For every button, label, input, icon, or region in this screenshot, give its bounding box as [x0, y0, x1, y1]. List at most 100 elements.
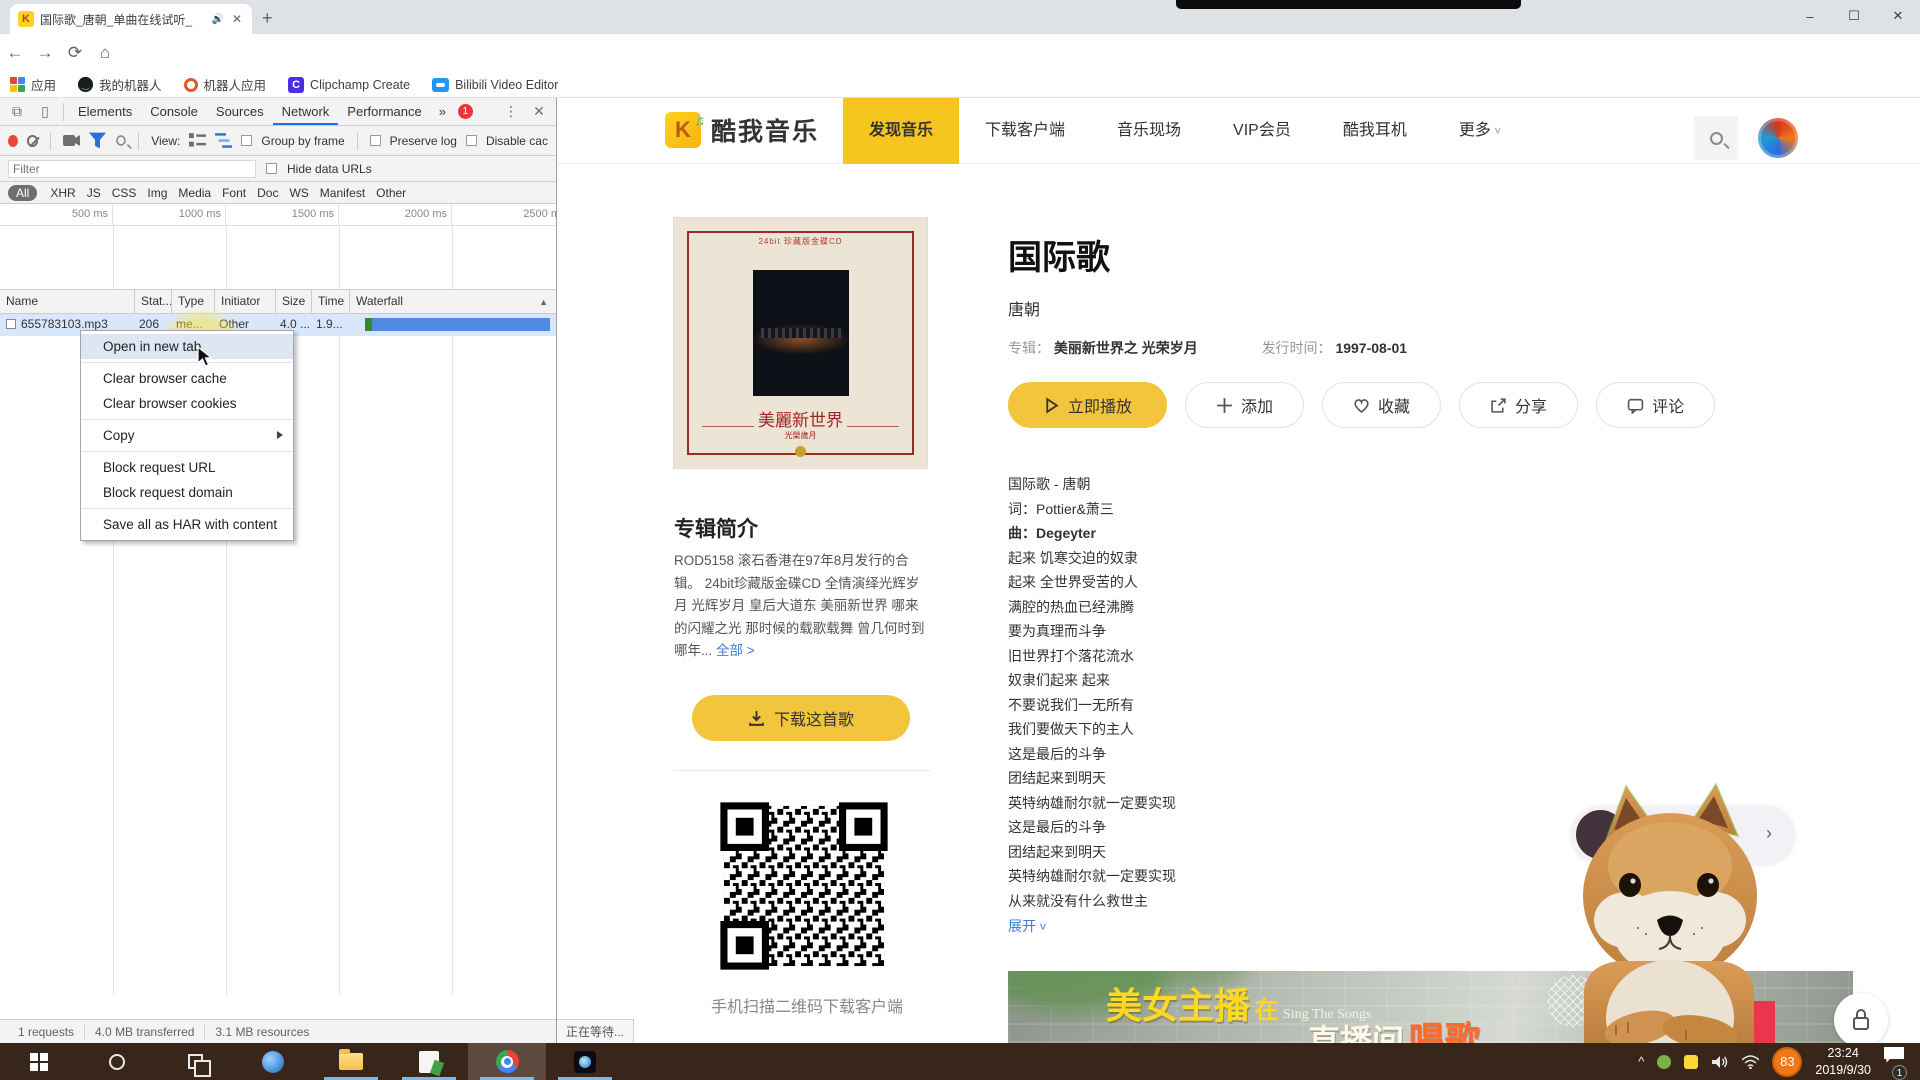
type-filter[interactable]: Manifest	[320, 186, 365, 200]
hide-data-urls-checkbox[interactable]	[266, 163, 277, 174]
screenshot-camera-icon[interactable]	[63, 132, 80, 149]
tab-close-icon[interactable]: ✕	[230, 12, 244, 26]
request-checkbox[interactable]	[6, 319, 16, 329]
search-icon[interactable]	[116, 135, 125, 145]
close-button[interactable]: ✕	[1876, 0, 1920, 32]
tray-expand-icon[interactable]: ^	[1638, 1054, 1644, 1069]
download-song-button[interactable]: 下载这首歌	[692, 695, 910, 741]
bookmark-bilibili[interactable]: Bilibili Video Editor	[432, 78, 558, 92]
devtools-tab[interactable]: Elements	[69, 98, 141, 125]
group-by-frame-checkbox[interactable]	[241, 135, 252, 146]
taskbar-app-explorer[interactable]	[312, 1043, 390, 1080]
type-filter[interactable]: Img	[147, 186, 167, 200]
menu-open-in-new-tab[interactable]: Open in new tab	[81, 334, 293, 359]
new-tab-button[interactable]: +	[262, 8, 273, 29]
devtools-tab[interactable]: Network	[273, 98, 339, 125]
tab-audio-icon[interactable]: 🔊	[211, 14, 223, 25]
menu-clear-browser-cookies[interactable]: Clear browser cookies	[81, 391, 293, 416]
device-toolbar-icon[interactable]: ▯	[32, 103, 58, 120]
start-button[interactable]	[0, 1043, 78, 1080]
cortana-button[interactable]	[78, 1043, 156, 1080]
favorite-button[interactable]: 收藏	[1322, 382, 1441, 428]
type-filter[interactable]: JS	[87, 186, 101, 200]
devtools-tab[interactable]: Console	[141, 98, 207, 125]
volume-icon[interactable]	[1711, 1054, 1729, 1070]
taskbar-clock[interactable]: 23:24 2019/9/30	[1815, 1045, 1871, 1079]
type-filter[interactable]: XHR	[50, 186, 75, 200]
nav-item[interactable]: VIP会员	[1207, 98, 1317, 164]
waterfall-view-icon[interactable]	[215, 132, 232, 149]
user-avatar[interactable]	[1758, 118, 1798, 158]
bookmark-my-robot[interactable]: 我的机器人	[78, 75, 162, 94]
col-name[interactable]: Name	[0, 290, 135, 313]
type-filter[interactable]: WS	[289, 186, 308, 200]
taskbar-app-browser[interactable]	[234, 1043, 312, 1080]
error-badge[interactable]: 1	[458, 104, 473, 119]
comment-button[interactable]: 评论	[1596, 382, 1715, 428]
devtools-tab[interactable]: Performance	[338, 98, 430, 125]
col-time[interactable]: Time	[312, 290, 350, 313]
task-view-button[interactable]	[156, 1043, 234, 1080]
tray-badge-83[interactable]: 83	[1772, 1047, 1802, 1077]
col-size[interactable]: Size	[276, 290, 312, 313]
network-icon[interactable]	[1742, 1055, 1759, 1069]
play-button[interactable]: 立即播放	[1008, 382, 1167, 428]
action-center-button[interactable]: 1	[1884, 1047, 1910, 1077]
album-cover[interactable]: 24bit 珍藏版金碟CD 美麗新世界 光榮歲月	[674, 218, 927, 468]
home-icon[interactable]: ⌂	[90, 43, 120, 63]
col-waterfall[interactable]: Waterfall	[350, 290, 556, 313]
filter-funnel-icon[interactable]	[89, 132, 106, 149]
album-link[interactable]: 美丽新世界之 光荣岁月	[1054, 340, 1198, 356]
taskbar-app-editor[interactable]	[390, 1043, 468, 1080]
network-overview[interactable]	[0, 226, 556, 290]
col-status[interactable]: Stat...	[135, 290, 172, 313]
reload-icon[interactable]: ⟳	[60, 43, 90, 63]
nav-item[interactable]: 音乐现场	[1091, 98, 1207, 164]
preserve-log-checkbox[interactable]	[370, 135, 381, 146]
disable-cache-checkbox[interactable]	[466, 135, 477, 146]
tray-app-icon[interactable]	[1684, 1055, 1698, 1069]
record-icon[interactable]	[8, 135, 18, 147]
inspect-element-icon[interactable]: ⧉	[4, 103, 30, 120]
type-filter[interactable]: All	[8, 185, 37, 201]
add-button[interactable]: 添加	[1185, 382, 1304, 428]
type-filter[interactable]: Media	[178, 186, 211, 200]
back-icon[interactable]: ←	[0, 43, 30, 63]
album-intro-more-link[interactable]: 全部 >	[716, 643, 755, 658]
tray-app-icon[interactable]	[1657, 1055, 1671, 1069]
nav-item[interactable]: 酷我耳机	[1317, 98, 1433, 164]
bookmark-robot-app[interactable]: 机器人应用	[184, 75, 267, 94]
expand-lyrics-link[interactable]: 展开	[1008, 916, 1046, 936]
taskbar-app-chrome[interactable]	[468, 1043, 546, 1080]
col-initiator[interactable]: Initiator	[215, 290, 276, 313]
devtools-tab[interactable]: Sources	[207, 98, 273, 125]
clear-icon[interactable]	[27, 135, 38, 147]
list-view-icon[interactable]	[189, 132, 206, 149]
minimize-button[interactable]: –	[1788, 0, 1832, 32]
menu-copy[interactable]: Copy	[81, 423, 293, 448]
taskbar-app-recorder[interactable]	[546, 1043, 624, 1080]
bookmark-apps[interactable]: 应用	[10, 75, 56, 94]
type-filter[interactable]: Other	[376, 186, 406, 200]
maximize-button[interactable]: ☐	[1832, 0, 1876, 32]
menu-save-har[interactable]: Save all as HAR with content	[81, 512, 293, 537]
menu-block-request-domain[interactable]: Block request domain	[81, 480, 293, 505]
browser-tab[interactable]: K 国际歌_唐朝_单曲在线试听_ 🔊 ✕	[10, 4, 252, 34]
lock-button[interactable]	[1834, 993, 1888, 1043]
song-artist[interactable]: 唐朝	[1008, 296, 1040, 320]
menu-block-request-url[interactable]: Block request URL	[81, 455, 293, 480]
share-button[interactable]: 分享	[1459, 382, 1578, 428]
forward-icon[interactable]: →	[30, 43, 60, 63]
devtools-close-icon[interactable]: ✕	[526, 103, 552, 120]
nav-item[interactable]: 发现音乐	[843, 98, 959, 164]
filter-input[interactable]	[8, 160, 256, 178]
nav-item[interactable]: 更多	[1433, 98, 1527, 164]
nav-item[interactable]: 下载客户端	[959, 98, 1091, 164]
type-filter[interactable]: Doc	[257, 186, 278, 200]
more-tabs-icon[interactable]: »	[433, 104, 452, 119]
devtools-kebab-icon[interactable]: ⋮	[498, 103, 524, 120]
site-search-button[interactable]	[1694, 116, 1738, 160]
bookmark-clipchamp[interactable]: C Clipchamp Create	[288, 77, 410, 93]
menu-clear-browser-cache[interactable]: Clear browser cache	[81, 366, 293, 391]
type-filter[interactable]: CSS	[112, 186, 137, 200]
